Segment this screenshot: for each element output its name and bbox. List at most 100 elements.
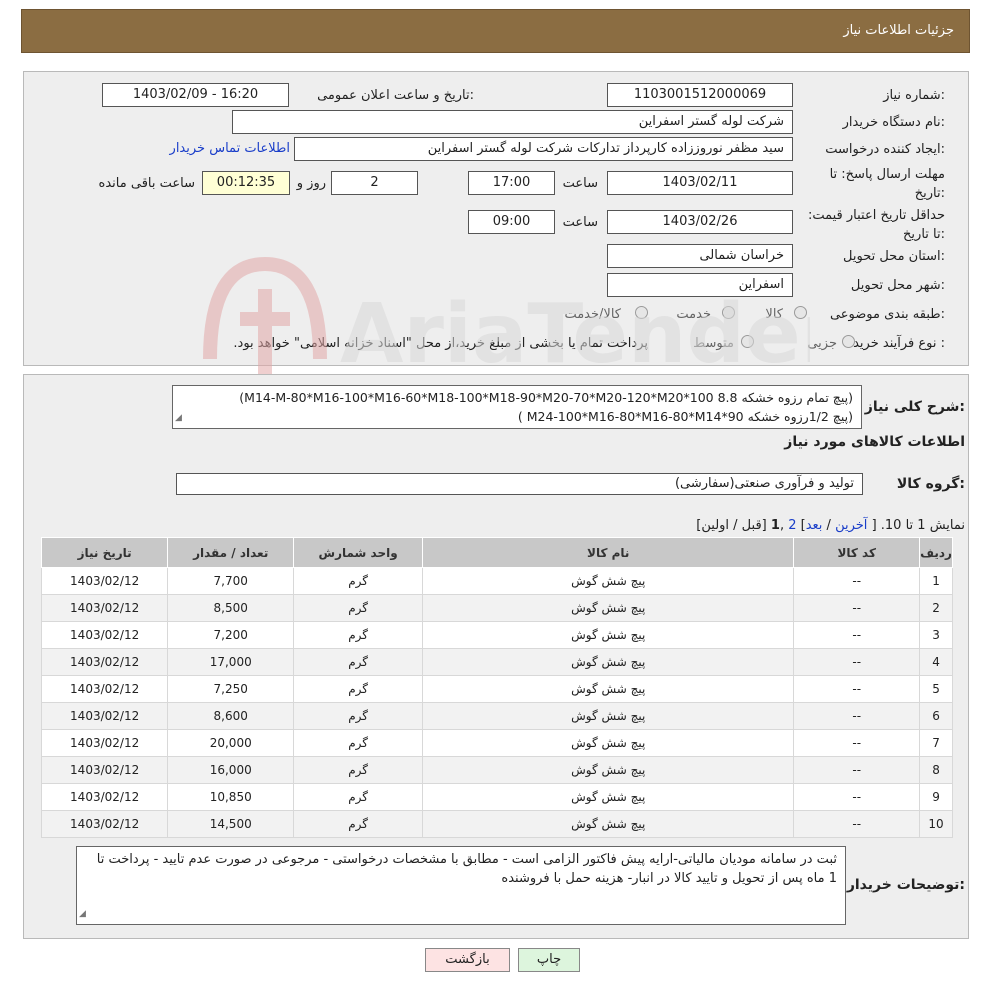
col-date-header: تاریخ نیاز (40, 537, 169, 568)
cell-code: -- (793, 648, 921, 676)
cell-date: 1403/02/12 (40, 702, 169, 730)
category-goods-label: کالا (765, 307, 783, 322)
buyer-org-field: شرکت لوله گستر اسفراین (232, 110, 793, 134)
resize-handle-icon[interactable]: ◢ (79, 905, 86, 924)
cell-unit: گرم (293, 648, 424, 676)
pager-page-1-current: 1 (770, 518, 780, 533)
table-row: 5 -- پیچ شش گوش گرم 7,250 1403/02/12 (40, 675, 953, 703)
cell-name: پیچ شش گوش (422, 675, 795, 703)
print-button[interactable]: چاپ (518, 948, 580, 972)
buyer-notes-label: توضیحات خریدار: (846, 877, 965, 893)
buyer-contact-link[interactable]: اطلاعات تماس خریدار (170, 141, 290, 156)
cell-row: 6 (919, 702, 953, 730)
cell-unit: گرم (293, 594, 424, 622)
cell-row: 7 (919, 729, 953, 757)
cell-unit: گرم (293, 702, 424, 730)
table-row: 4 -- پیچ شش گوش گرم 17,000 1403/02/12 (40, 648, 953, 676)
cell-qty: 7,200 (167, 621, 295, 649)
cell-row: 3 (919, 621, 953, 649)
goods-group-label: گروه کالا: (896, 476, 965, 492)
radio-process-partial[interactable] (842, 335, 855, 348)
cell-qty: 10,850 (167, 783, 295, 811)
radio-process-medium[interactable] (741, 335, 754, 348)
col-row-header: ردیف (919, 537, 953, 568)
cell-name: پیچ شش گوش (422, 756, 795, 784)
summary-line-2: (پیچ 1/2رزوه خشکه 90*M24-100*M16-80*M16-… (517, 409, 853, 424)
cell-qty: 17,000 (167, 648, 295, 676)
deadline-date-field: 1403/02/11 (607, 171, 793, 195)
cell-name: پیچ شش گوش (422, 783, 795, 811)
deadline-label: مهلت ارسال پاسخ: تا تاریخ: (829, 167, 945, 201)
cell-date: 1403/02/12 (40, 675, 169, 703)
pagination: نمایش 1 تا 10. [ آخرین / بعد] 2 ,1 [قبل … (696, 518, 965, 533)
cell-unit: گرم (293, 675, 424, 703)
cell-row: 10 (919, 810, 953, 838)
buyer-org-label: نام دستگاه خریدار: (842, 115, 945, 130)
page-header: جزئیات اطلاعات نیاز (21, 9, 970, 53)
goods-table: ردیف کد کالا نام کالا واحد شمارش تعداد /… (40, 537, 953, 838)
col-name-header: نام کالا (422, 537, 795, 568)
need-info-panel: شماره نیاز: 1103001512000069 تاریخ و ساع… (23, 71, 969, 366)
goods-group-field: تولید و فرآوری صنعتی(سفارشی) (176, 473, 863, 495)
summary-textarea[interactable]: (پیچ تمام رزوه خشکه 8.8 100*M14-M-80*M16… (172, 385, 862, 429)
back-button[interactable]: بازگشت (425, 948, 510, 972)
cell-qty: 14,500 (167, 810, 295, 838)
validity-label: حداقل تاریخ اعتبار قیمت: تا تاریخ: (807, 208, 945, 242)
radio-category-goods[interactable] (794, 306, 807, 319)
cell-date: 1403/02/12 (40, 594, 169, 622)
city-label: شهر محل تحویل: (850, 278, 945, 293)
province-label: استان محل تحویل: (843, 249, 945, 264)
cell-code: -- (793, 810, 921, 838)
cell-name: پیچ شش گوش (422, 621, 795, 649)
pager-last-link[interactable]: آخرین (835, 518, 867, 533)
cell-unit: گرم (293, 729, 424, 757)
radio-category-service[interactable] (722, 306, 735, 319)
cell-row: 2 (919, 594, 953, 622)
buyer-notes-text: ثبت در سامانه مودیان مالیاتی-ارایه پیش ف… (96, 852, 837, 886)
col-unit-header: واحد شمارش (293, 537, 424, 568)
category-goods-service-label: کالا/خدمت (564, 307, 621, 322)
city-field: اسفراین (607, 273, 793, 297)
resize-handle-icon[interactable]: ◢ (175, 409, 182, 428)
days-field: 2 (331, 171, 418, 195)
page-title: جزئیات اطلاعات نیاز (843, 23, 954, 38)
cell-name: پیچ شش گوش (422, 594, 795, 622)
radio-category-goods-service[interactable] (635, 306, 648, 319)
cell-qty: 8,500 (167, 594, 295, 622)
table-row: 9 -- پیچ شش گوش گرم 10,850 1403/02/12 (40, 783, 953, 811)
cell-unit: گرم (293, 756, 424, 784)
cell-qty: 7,700 (167, 567, 295, 595)
cell-date: 1403/02/12 (40, 783, 169, 811)
table-row: 3 -- پیچ شش گوش گرم 7,200 1403/02/12 (40, 621, 953, 649)
cell-row: 1 (919, 567, 953, 595)
pager-page-2[interactable]: 2 (788, 518, 796, 533)
cell-name: پیچ شش گوش (422, 729, 795, 757)
announce-field: 1403/02/09 - 16:20 (102, 83, 289, 107)
pager-prev-first: [قبل / اولین] (696, 518, 767, 533)
process-label: نوع فرآیند خرید : (853, 336, 945, 351)
buyer-notes-textarea[interactable]: ثبت در سامانه مودیان مالیاتی-ارایه پیش ف… (76, 846, 846, 925)
category-label: طبقه بندی موضوعی: (829, 307, 945, 322)
remaining-time-field: 00:12:35 (202, 171, 290, 195)
cell-qty: 7,250 (167, 675, 295, 703)
cell-unit: گرم (293, 783, 424, 811)
cell-code: -- (793, 783, 921, 811)
cell-date: 1403/02/12 (40, 567, 169, 595)
need-number-field: 1103001512000069 (607, 83, 793, 107)
summary-label: شرح کلی نیاز: (864, 399, 965, 415)
cell-name: پیچ شش گوش (422, 810, 795, 838)
cell-name: پیچ شش گوش (422, 648, 795, 676)
need-details-panel: شرح کلی نیاز: (پیچ تمام رزوه خشکه 8.8 10… (23, 374, 969, 939)
province-field: خراسان شمالی (607, 244, 793, 268)
creator-field: سید مظفر نوروززاده کارپرداز تدارکات شرکت… (294, 137, 793, 161)
table-row: 2 -- پیچ شش گوش گرم 8,500 1403/02/12 (40, 594, 953, 622)
deadline-time-field: 17:00 (468, 171, 555, 195)
cell-qty: 16,000 (167, 756, 295, 784)
col-code-header: کد کالا (793, 537, 921, 568)
cell-unit: گرم (293, 621, 424, 649)
validity-time-label: ساعت (562, 215, 598, 230)
cell-date: 1403/02/12 (40, 729, 169, 757)
cell-code: -- (793, 621, 921, 649)
pager-next-link[interactable]: بعد (806, 518, 823, 533)
cell-code: -- (793, 756, 921, 784)
